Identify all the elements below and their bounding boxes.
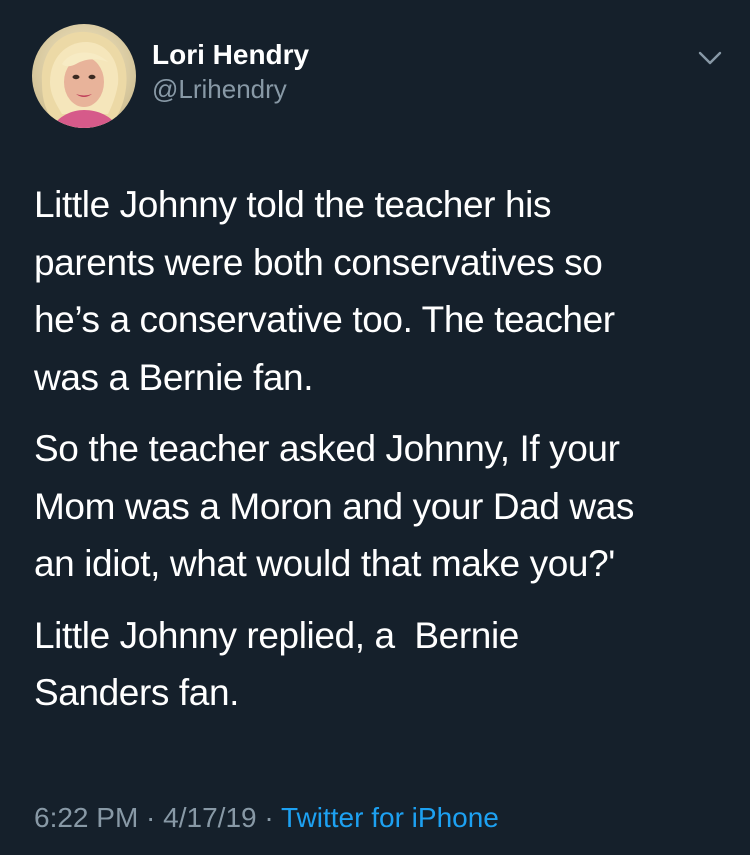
display-name[interactable]: Lori Hendry (152, 38, 309, 72)
user-handle[interactable]: @Lrihendry (152, 72, 309, 106)
tweet-metadata: 6:22 PM · 4/17/19 · Twitter for iPhone (34, 798, 499, 838)
tweet-card: Lori Hendry @Lrihendry Little Johnny tol… (0, 0, 750, 855)
author-names: Lori Hendry @Lrihendry (152, 38, 309, 106)
avatar-image (32, 24, 136, 128)
tweet-paragraph: Little Johnny replied, a Bernie Sanders … (34, 614, 519, 714)
avatar[interactable] (32, 24, 136, 128)
chevron-down-icon[interactable] (698, 50, 722, 66)
tweet-date[interactable]: 4/17/19 (163, 802, 256, 833)
tweet-paragraph: Little Johnny told the teacher his paren… (34, 184, 615, 398)
separator-dot: · (256, 802, 281, 833)
tweet-paragraph: So the teacher asked Johnny, If your Mom… (34, 428, 635, 584)
tweet-source-link[interactable]: Twitter for iPhone (281, 802, 499, 833)
tweet-time[interactable]: 6:22 PM (34, 802, 138, 833)
tweet-text: Little Johnny told the teacher his paren… (34, 176, 724, 736)
tweet-header: Lori Hendry @Lrihendry (32, 24, 722, 128)
separator-dot: · (138, 802, 164, 833)
